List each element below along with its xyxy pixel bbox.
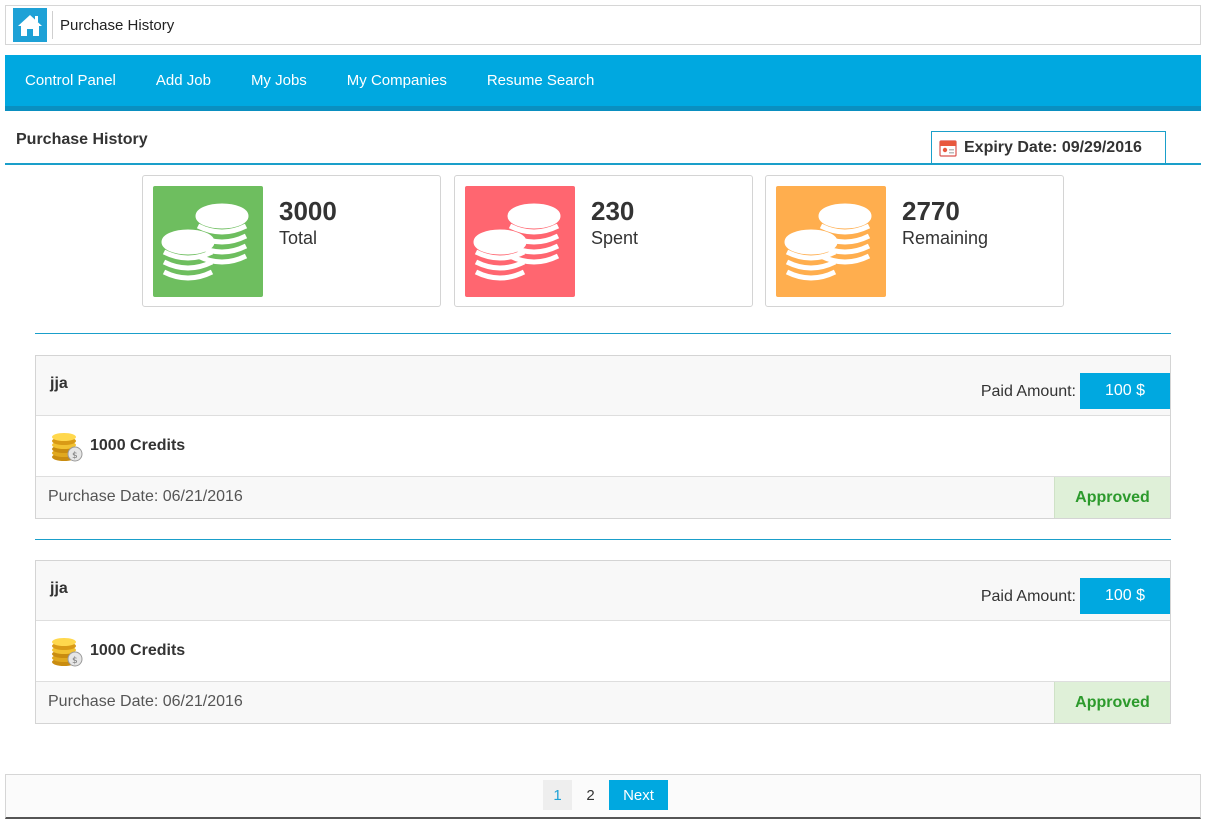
coins-icon (161, 203, 249, 280)
purchase-footer: Purchase Date: 06/21/2016 Approved (36, 477, 1170, 518)
purchase-header: jja Paid Amount: 100 $ (36, 561, 1170, 621)
expiry-date-text: Expiry Date: 09/29/2016 (964, 139, 1142, 156)
stat-value-spent: 230 (591, 196, 635, 226)
calendar-icon (939, 140, 957, 157)
purchase-name: jja (50, 375, 68, 392)
main-navbar: Control Panel Add Job My Jobs My Compani… (5, 55, 1201, 111)
page-1-button[interactable]: 1 (543, 780, 572, 810)
stat-card-spent: 230 Spent (454, 175, 753, 307)
purchase-item: jja Paid Amount: 100 $ $ 1000 Credits Pu… (35, 560, 1171, 724)
section-divider (35, 539, 1171, 540)
stat-value-total: 3000 (279, 196, 337, 226)
nav-control-panel[interactable]: Control Panel (5, 55, 136, 106)
paid-amount-badge: 100 $ (1080, 373, 1170, 409)
purchase-credits: 1000 Credits (90, 642, 186, 659)
purchase-footer: Purchase Date: 06/21/2016 Approved (36, 682, 1170, 723)
purchase-name: jja (50, 580, 68, 597)
stat-label-total: Total (279, 228, 318, 248)
home-button[interactable] (13, 8, 47, 42)
purchase-date: Purchase Date: 06/21/2016 (48, 488, 243, 505)
paid-amount-label: Paid Amount: (980, 383, 1076, 400)
nav-resume-search[interactable]: Resume Search (467, 55, 615, 106)
paid-amount-badge: 100 $ (1080, 578, 1170, 614)
gold-coins-icon: $ (52, 433, 83, 462)
nav-add-job[interactable]: Add Job (136, 55, 231, 106)
expiry-date-badge: Expiry Date: 09/29/2016 (931, 131, 1166, 164)
purchase-body: $ 1000 Credits (36, 416, 1170, 477)
nav-my-jobs[interactable]: My Jobs (231, 55, 327, 106)
breadcrumb: Purchase History (5, 5, 1201, 45)
breadcrumb-current: Purchase History (60, 16, 175, 34)
gold-coins-icon: $ (52, 638, 83, 667)
stat-value-remaining: 2770 (902, 196, 960, 226)
coins-icon (473, 203, 561, 280)
footer-bar: 1 2 Next (5, 774, 1201, 819)
home-icon (18, 15, 42, 36)
nav-my-companies[interactable]: My Companies (327, 55, 467, 106)
stat-icon-total (153, 186, 263, 297)
svg-text:$: $ (72, 451, 78, 461)
stat-card-total: 3000 Total (142, 175, 441, 307)
coins-icon (784, 203, 872, 280)
purchase-header: jja Paid Amount: 100 $ (36, 356, 1170, 416)
purchase-item: jja Paid Amount: 100 $ $ 1000 Credits Pu… (35, 355, 1171, 519)
paid-amount-label: Paid Amount: (980, 588, 1076, 605)
section-divider (35, 333, 1171, 334)
title-underline (5, 163, 1201, 165)
page-2-button[interactable]: 2 (576, 780, 605, 810)
status-badge: Approved (1054, 477, 1170, 518)
stat-icon-spent (465, 186, 575, 297)
purchase-date: Purchase Date: 06/21/2016 (48, 693, 243, 710)
purchase-body: $ 1000 Credits (36, 621, 1170, 682)
status-badge: Approved (1054, 682, 1170, 723)
next-page-button[interactable]: Next (609, 780, 668, 810)
pagination: 1 2 Next (543, 780, 672, 810)
stat-card-remaining: 2770 Remaining (765, 175, 1064, 307)
stat-label-remaining: Remaining (902, 228, 989, 248)
stat-icon-remaining (776, 186, 886, 297)
purchase-credits: 1000 Credits (90, 437, 186, 454)
breadcrumb-separator (52, 11, 53, 39)
page-title: Purchase History (16, 131, 148, 148)
svg-text:$: $ (72, 656, 78, 666)
stat-label-spent: Spent (591, 228, 639, 248)
